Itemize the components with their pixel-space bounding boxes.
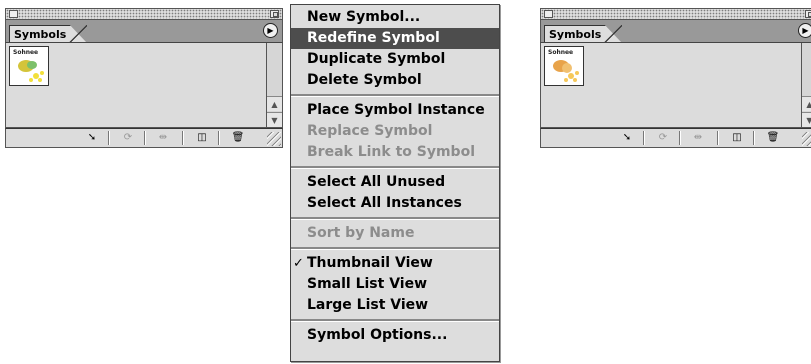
palette-options-menu: New Symbol... Redefine Symbol Duplicate … [290,4,500,362]
menu-item-select-all-instances[interactable]: Select All Instances [291,193,499,214]
zoom-box-icon[interactable] [270,10,279,18]
symbols-list: Sohnee ▲ ▼ [540,42,811,128]
toolbar-divider [144,131,146,145]
toolbar-divider [182,131,184,145]
menu-item-symbol-options[interactable]: Symbol Options... [291,325,499,346]
palette-menu-arrow-icon[interactable]: ▶ [798,23,811,38]
menu-item-duplicate-symbol[interactable]: Duplicate Symbol [291,49,499,70]
toolbar-divider [643,131,645,145]
break-link-icon[interactable]: ⇹ [686,131,710,145]
menu-item-small-list-view[interactable]: Small List View [291,274,499,295]
toolbar-divider [218,131,220,145]
scroll-down-icon[interactable]: ▼ [802,112,811,127]
symbol-art-icon [553,60,579,82]
toolbar-divider [717,131,719,145]
palette-menu-arrow-icon[interactable]: ▶ [263,23,278,38]
close-box-icon[interactable] [9,10,18,18]
menu-item-new-symbol[interactable]: New Symbol... [291,7,499,28]
break-link-icon[interactable]: ⇹ [151,131,175,145]
symbol-thumbnail-label: Sohnee [548,49,574,56]
symbol-thumbnail-label: Sohnee [13,49,39,56]
vertical-scrollbar[interactable]: ▲ ▼ [801,43,811,127]
new-symbol-icon[interactable]: ◫ [190,131,214,145]
menu-item-large-list-view[interactable]: Large List View [291,295,499,316]
menu-item-thumbnail-view[interactable]: ✓ Thumbnail View [291,253,499,274]
symbols-palette-right: Symbols ▶ Sohnee ▲ ▼ ➘ ⟳ ⇹ ◫ 🗑 [540,8,811,148]
delete-symbol-icon[interactable]: 🗑 [761,131,785,145]
menu-separator [291,94,499,97]
scroll-up-icon[interactable]: ▲ [802,96,811,111]
resize-grip-icon[interactable] [267,132,281,146]
new-symbol-icon[interactable]: ◫ [725,131,749,145]
palette-tab-row: Symbols ▶ [540,20,811,43]
toolbar-divider [753,131,755,145]
menu-item-select-all-unused[interactable]: Select All Unused [291,172,499,193]
menu-item-redefine-symbol[interactable]: Redefine Symbol [291,28,499,49]
menu-item-delete-symbol[interactable]: Delete Symbol [291,70,499,91]
palette-titlebar[interactable] [5,8,283,20]
checkmark-icon: ✓ [293,256,304,271]
tab-edge [69,25,87,43]
symbols-list: Sohnee ▲ ▼ [5,42,283,128]
menu-separator [291,319,499,322]
menu-separator [291,247,499,250]
menu-item-sort-by-name: Sort by Name [307,225,415,241]
menu-item-break-link-to-symbol: Break Link to Symbol [307,144,475,160]
palette-toolbar: ➘ ⟳ ⇹ ◫ 🗑 [540,128,811,148]
delete-symbol-icon[interactable]: 🗑 [226,131,250,145]
palette-toolbar: ➘ ⟳ ⇹ ◫ 🗑 [5,128,283,148]
symbols-palette-left: Symbols ▶ Sohnee ▲ ▼ ➘ ⟳ ⇹ ◫ 🗑 [5,8,283,148]
tab-symbols-label: Symbols [549,28,602,41]
menu-item-thumbnail-view-label: Thumbnail View [307,255,433,271]
scroll-down-icon[interactable]: ▼ [267,112,282,127]
replace-symbol-icon[interactable]: ⟳ [651,131,675,145]
symbol-art-icon [18,60,44,82]
toolbar-divider [679,131,681,145]
symbol-thumbnail[interactable]: Sohnee [544,46,584,86]
menu-separator [291,217,499,220]
zoom-box-icon[interactable] [805,10,811,18]
close-box-icon[interactable] [544,10,553,18]
place-symbol-icon[interactable]: ➘ [615,131,639,145]
menu-item-place-symbol-instance[interactable]: Place Symbol Instance [291,100,499,121]
resize-grip-icon[interactable] [802,132,811,146]
menu-item-replace-symbol: Replace Symbol [307,123,433,139]
toolbar-divider [108,131,110,145]
palette-tab-row: Symbols ▶ [5,20,283,43]
menu-separator [291,166,499,169]
tab-edge [604,25,622,43]
scroll-up-icon[interactable]: ▲ [267,96,282,111]
tab-symbols-label: Symbols [14,28,67,41]
place-symbol-icon[interactable]: ➘ [80,131,104,145]
replace-symbol-icon[interactable]: ⟳ [116,131,140,145]
palette-titlebar[interactable] [540,8,811,20]
symbol-thumbnail[interactable]: Sohnee [9,46,49,86]
vertical-scrollbar[interactable]: ▲ ▼ [266,43,282,127]
